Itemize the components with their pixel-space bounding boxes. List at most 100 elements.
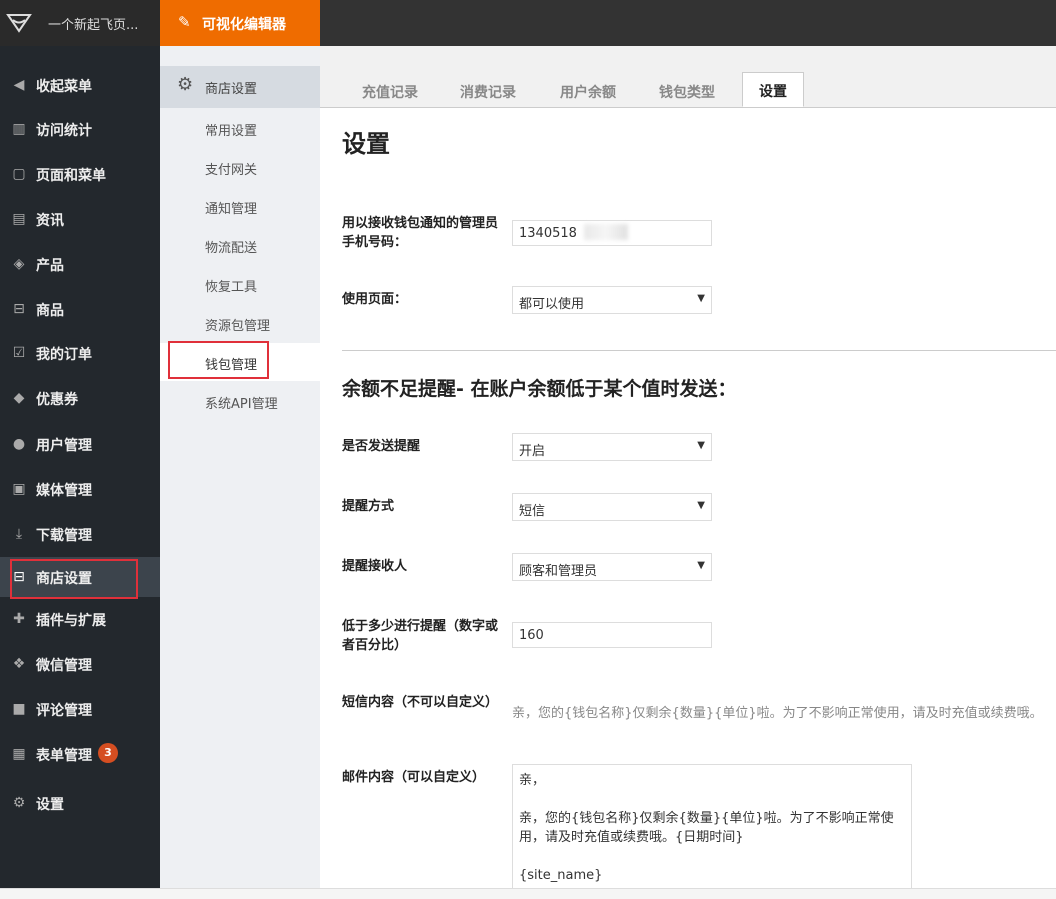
sidebar-item-stats[interactable]: ▥ 访问统计 — [0, 109, 160, 149]
store-settings-subnav: ⚙ 商店设置 常用设置 支付网关 通知管理 物流配送 恢复工具 资源包管理 钱包… — [160, 46, 320, 898]
sidebar-item-news[interactable]: ▤ 资讯 — [0, 199, 160, 239]
sidebar-item-goods[interactable]: ⊟ 商品 — [0, 289, 160, 329]
sidebar-item-settings[interactable]: ⚙ 设置 — [0, 783, 160, 823]
visual-editor-button[interactable]: ✎ 可视化编辑器 — [160, 0, 320, 46]
reminder-method-value: 短信 — [519, 504, 546, 519]
gear-icon: ⚙ — [177, 74, 194, 95]
page-title: 设置 — [342, 130, 390, 158]
subnav-item-notifications[interactable]: 通知管理 — [205, 198, 257, 217]
sidebar-item-label: 我的订单 — [36, 347, 92, 363]
dropdown-caret-icon: ▼ — [697, 500, 705, 511]
download-icon: ⤓ — [15, 526, 23, 542]
sidebar-item-label: 收起菜单 — [36, 79, 92, 95]
reminder-receiver-label: 提醒接收人 — [342, 559, 408, 574]
sidebar-item-label: 微信管理 — [36, 658, 92, 674]
sidebar-item-downloads[interactable]: ⤓ 下载管理 — [0, 514, 160, 554]
collapse-icon: ◀ — [13, 77, 25, 93]
reminder-receiver-select[interactable]: 顾客和管理员 ▼ — [512, 553, 712, 581]
send-reminder-value: 开启 — [519, 444, 546, 459]
tab-settings[interactable]: 设置 — [742, 72, 804, 107]
subnav-item-system-api[interactable]: 系统API管理 — [205, 393, 278, 412]
comment-icon: ■ — [12, 701, 26, 717]
subnav-item-payment[interactable]: 支付网关 — [205, 159, 257, 178]
email-line: {site_name} — [519, 868, 603, 883]
email-line: 亲， — [519, 773, 546, 788]
sidebar-item-orders[interactable]: ☑ 我的订单 — [0, 333, 160, 373]
sidebar-item-forms[interactable]: ▦ 表单管理 3 — [0, 734, 160, 774]
highlight-box-store-settings — [10, 559, 138, 599]
sidebar-item-users[interactable]: ● 用户管理 — [0, 424, 160, 464]
sidebar-item-comments[interactable]: ■ 评论管理 — [0, 689, 160, 729]
sidebar-item-label: 评论管理 — [36, 703, 92, 719]
sidebar-item-pages[interactable]: ▢ 页面和菜单 — [0, 154, 160, 194]
subnav-header-label: 商店设置 — [205, 82, 258, 97]
sidebar-item-label: 媒体管理 — [36, 483, 92, 499]
notification-badge: 3 — [98, 743, 118, 763]
reminder-receiver-value: 顾客和管理员 — [519, 564, 598, 579]
user-icon: ● — [12, 436, 26, 452]
sidebar-item-label: 用户管理 — [36, 438, 92, 454]
checkbox-icon: ☑ — [12, 345, 26, 361]
tag-icon: ◆ — [13, 390, 25, 406]
site-name[interactable]: 一个新起飞页... — [48, 14, 138, 33]
sidebar-item-products[interactable]: ◈ 产品 — [0, 244, 160, 284]
subnav-item-resource-packs[interactable]: 资源包管理 — [205, 315, 270, 334]
sidebar-item-wechat[interactable]: ❖ 微信管理 — [0, 644, 160, 684]
sidebar-item-label: 商品 — [36, 303, 64, 319]
email-content-textarea[interactable]: 亲， ​ 亲，您的{钱包名称}仅剩余{数量}{单位}啦。为了不影响正常使用，请及… — [512, 764, 912, 898]
email-line: ​ — [519, 847, 905, 866]
email-content-label: 邮件内容（可以自定义） — [342, 770, 486, 785]
reminder-method-select[interactable]: 短信 ▼ — [512, 493, 712, 521]
subnav-item-recovery[interactable]: 恢复工具 — [205, 276, 257, 295]
tab-wallet-types[interactable]: 钱包类型 — [659, 82, 715, 102]
dropdown-caret-icon: ▼ — [697, 440, 705, 451]
sidebar-item-coupons[interactable]: ◆ 优惠券 — [0, 378, 160, 418]
usage-page-select[interactable]: 都可以使用 ▼ — [512, 286, 712, 314]
sidebar-item-media[interactable]: ▣ 媒体管理 — [0, 469, 160, 509]
sms-content-text: 亲，您的{钱包名称}仅剩余{数量}{单位}啦。为了不影响正常使用，请及时充值或续… — [512, 706, 1043, 721]
reminder-method-label: 提醒方式 — [342, 499, 395, 514]
highlight-box-wallet — [168, 341, 269, 379]
document-icon: ▤ — [12, 211, 26, 227]
tab-bar: 充值记录 消费记录 用户余额 钱包类型 设置 — [320, 46, 1056, 108]
subnav-header: ⚙ 商店设置 — [160, 66, 320, 108]
sidebar-item-label: 产品 — [36, 258, 64, 274]
sidebar-item-collapse[interactable]: ◀ 收起菜单 — [0, 65, 160, 105]
sidebar-item-plugins[interactable]: ✚ 插件与扩展 — [0, 599, 160, 639]
dropdown-caret-icon: ▼ — [697, 293, 705, 304]
email-line: ​ — [519, 790, 905, 809]
sidebar-item-label: 下载管理 — [36, 528, 92, 544]
gear-icon: ⚙ — [12, 795, 26, 811]
sidebar-item-label: 访问统计 — [36, 123, 92, 139]
media-icon: ▣ — [12, 481, 26, 497]
bar-chart-icon: ▥ — [12, 121, 26, 137]
subnav-item-general[interactable]: 常用设置 — [205, 120, 257, 139]
dropdown-caret-icon: ▼ — [697, 560, 705, 571]
usage-page-label: 使用页面： — [342, 292, 408, 307]
email-line: 亲，您的{钱包名称}仅剩余{数量}{单位}啦。为了不影响正常使用，请及时充值或续… — [519, 811, 894, 845]
cart-icon: ⊟ — [13, 301, 25, 317]
send-reminder-select[interactable]: 开启 ▼ — [512, 433, 712, 461]
sms-content-label: 短信内容（不可以自定义） — [342, 695, 499, 710]
main-content: 充值记录 消费记录 用户余额 钱包类型 设置 设置 用以接收钱包通知的管理员手机… — [320, 46, 1056, 898]
threshold-label: 低于多少进行提醒（数字或者百分比） — [342, 619, 499, 653]
sidebar-item-label: 资讯 — [36, 213, 64, 229]
logo-area[interactable]: 一个新起飞页... — [0, 0, 160, 46]
tab-consumption-records[interactable]: 消费记录 — [460, 82, 516, 102]
sidebar-item-label: 表单管理 — [36, 748, 92, 764]
redacted-blur — [584, 224, 628, 240]
sidebar-item-label: 页面和菜单 — [36, 168, 106, 184]
send-reminder-label: 是否发送提醒 — [342, 439, 421, 454]
table-icon: ▦ — [12, 746, 26, 762]
tab-user-balance[interactable]: 用户余额 — [560, 82, 616, 102]
magic-wand-icon: ✎ — [178, 13, 191, 31]
subnav-item-shipping[interactable]: 物流配送 — [205, 237, 257, 256]
tab-recharge-records[interactable]: 充值记录 — [362, 82, 418, 102]
logo-icon — [6, 14, 32, 33]
page-icon: ▢ — [12, 166, 26, 182]
threshold-input[interactable] — [512, 622, 712, 648]
visual-editor-label: 可视化编辑器 — [202, 17, 286, 33]
wechat-icon: ❖ — [12, 656, 26, 672]
cubes-icon: ◈ — [13, 256, 25, 272]
admin-sidebar: ◀ 收起菜单 ▥ 访问统计 ▢ 页面和菜单 ▤ 资讯 ◈ 产品 ⊟ 商品 ☑ 我… — [0, 46, 160, 898]
